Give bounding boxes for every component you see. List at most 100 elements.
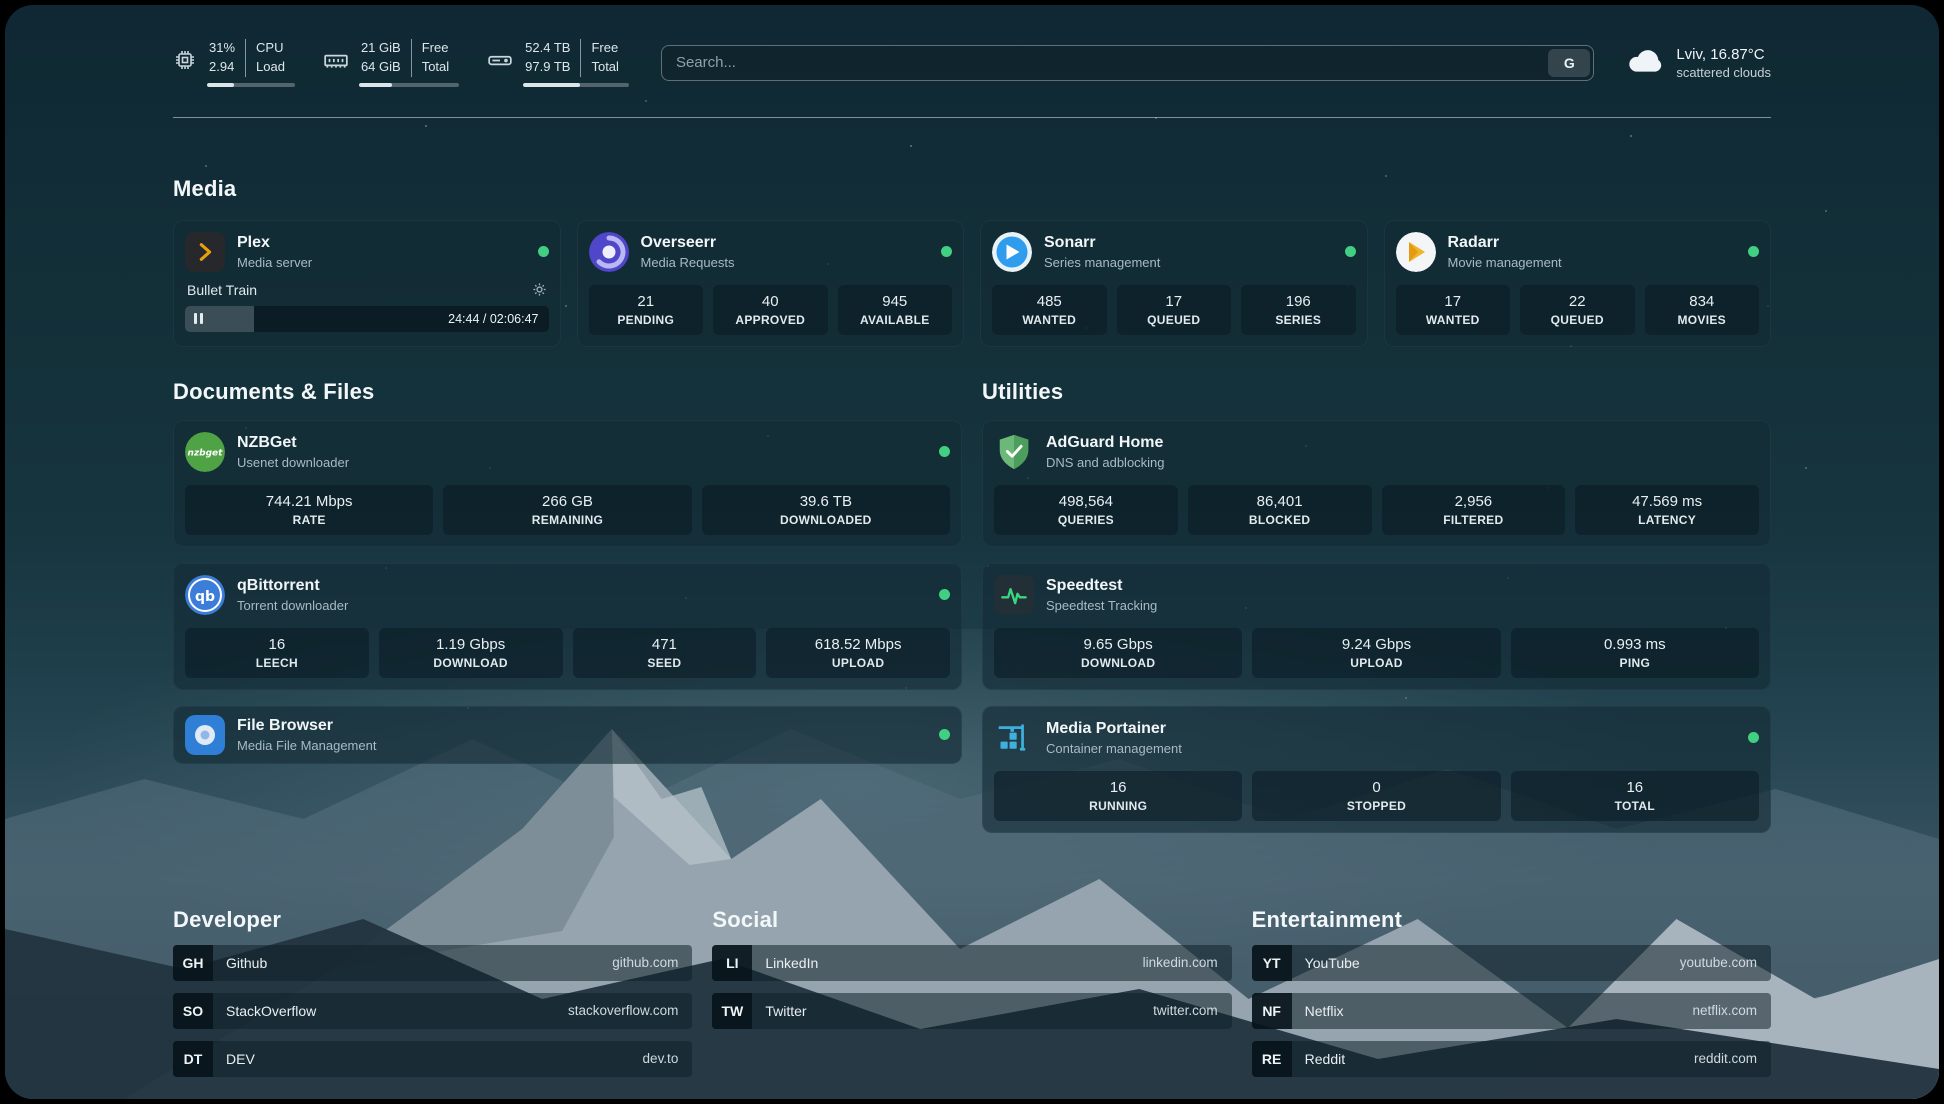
ram-labels: Free Total xyxy=(412,39,459,77)
bookmark-reddit[interactable]: RE Reddit reddit.com xyxy=(1252,1041,1771,1077)
disk-icon xyxy=(487,47,513,78)
stat-wanted: 485 WANTED xyxy=(992,285,1107,335)
status-dot xyxy=(939,446,950,457)
media-cards-row: Plex Media server Bullet Train xyxy=(173,220,1771,347)
bookmark-abbr: YT xyxy=(1252,945,1292,981)
app-card-sonarr[interactable]: Sonarr Series management 485 WANTED 17 Q… xyxy=(980,220,1368,347)
stat-downloaded: 39.6 TB DOWNLOADED xyxy=(702,485,950,535)
app-title: Overseerr xyxy=(641,234,735,252)
app-card-speedtest[interactable]: Speedtest Speedtest Tracking 9.65 Gbps D… xyxy=(982,563,1771,690)
bookmark-name: Twitter xyxy=(765,1003,806,1019)
bookmark-linkedin[interactable]: LI LinkedIn linkedin.com xyxy=(712,945,1231,981)
stat-filtered: 2,956 FILTERED xyxy=(1382,485,1566,535)
system-monitors: 31% 2.94 CPU Load xyxy=(173,39,629,87)
stat-queries: 498,564 QUERIES xyxy=(994,485,1178,535)
app-card-radarr[interactable]: Radarr Movie management 17 WANTED 22 QUE… xyxy=(1384,220,1772,347)
bookmark-abbr: NF xyxy=(1252,993,1292,1029)
disk-progress-bar xyxy=(523,83,629,87)
app-card-plex[interactable]: Plex Media server Bullet Train xyxy=(173,220,561,347)
pause-icon[interactable] xyxy=(194,313,203,324)
app-title: Media Portainer xyxy=(1046,720,1182,738)
dashboard-content: 31% 2.94 CPU Load xyxy=(5,39,1939,1099)
bookmark-url: dev.to xyxy=(643,1051,679,1066)
app-card-portainer[interactable]: Media Portainer Container management 16 … xyxy=(982,706,1771,833)
filebrowser-icon xyxy=(185,715,225,755)
app-subtitle: DNS and adblocking xyxy=(1046,455,1165,470)
stat-queued: 22 QUEUED xyxy=(1520,285,1635,335)
disk-labels: Free Total xyxy=(581,39,628,77)
status-dot xyxy=(1345,246,1356,257)
app-subtitle: Torrent downloader xyxy=(237,598,348,613)
bookmarks-section: Developer GH Github github.com SO StackO… xyxy=(173,907,1771,1077)
app-subtitle: Movie management xyxy=(1448,255,1562,270)
section-heading-documents: Documents & Files xyxy=(173,379,962,405)
stat-upload: 9.24 Gbps UPLOAD xyxy=(1252,628,1500,678)
plex-time: 24:44 / 02:06:47 xyxy=(448,312,538,326)
bookmark-name: YouTube xyxy=(1305,955,1360,971)
bookmark-url: youtube.com xyxy=(1680,955,1757,970)
stat-download: 1.19 Gbps DOWNLOAD xyxy=(379,628,563,678)
app-card-filebrowser[interactable]: File Browser Media File Management xyxy=(173,706,962,764)
stat-queued: 17 QUEUED xyxy=(1117,285,1232,335)
bookmark-url: twitter.com xyxy=(1153,1003,1218,1018)
status-dot xyxy=(941,246,952,257)
stat-upload: 618.52 Mbps UPLOAD xyxy=(766,628,950,678)
stat-seed: 471 SEED xyxy=(573,628,757,678)
app-card-qbittorrent[interactable]: qb qBittorrent Torrent downloader 16 LEE… xyxy=(173,563,962,690)
bookmark-netflix[interactable]: NF Netflix netflix.com xyxy=(1252,993,1771,1029)
section-heading-media: Media xyxy=(173,176,1771,202)
utilities-column: Utilities AdGuard Home DNS and xyxy=(982,379,1771,849)
stat-wanted: 17 WANTED xyxy=(1396,285,1511,335)
bookmark-abbr: DT xyxy=(173,1041,213,1077)
stat-leech: 16 LEECH xyxy=(185,628,369,678)
search-engine-button[interactable]: G xyxy=(1548,49,1590,77)
weather-condition: scattered clouds xyxy=(1676,65,1771,80)
stat-movies: 834 MOVIES xyxy=(1645,285,1760,335)
stat-available: 945 AVAILABLE xyxy=(838,285,953,335)
app-title: File Browser xyxy=(237,717,376,735)
app-card-adguard[interactable]: AdGuard Home DNS and adblocking 498,564 … xyxy=(982,420,1771,547)
app-title: Sonarr xyxy=(1044,234,1160,252)
app-card-overseerr[interactable]: Overseerr Media Requests 21 PENDING 40 A… xyxy=(577,220,965,347)
nzbget-icon: nzbget xyxy=(185,432,225,472)
cpu-labels: CPU Load xyxy=(246,39,295,77)
app-title: Radarr xyxy=(1448,234,1562,252)
bookmark-name: Reddit xyxy=(1305,1051,1345,1067)
bookmark-stackoverflow[interactable]: SO StackOverflow stackoverflow.com xyxy=(173,993,692,1029)
bookmark-youtube[interactable]: YT YouTube youtube.com xyxy=(1252,945,1771,981)
bookmark-twitter[interactable]: TW Twitter twitter.com xyxy=(712,993,1231,1029)
ram-progress-bar xyxy=(359,83,459,87)
weather-widget[interactable]: Lviv, 16.87°C scattered clouds xyxy=(1626,46,1771,80)
background-stars xyxy=(5,5,7,7)
stat-ping: 0.993 ms PING xyxy=(1511,628,1759,678)
app-title: Speedtest xyxy=(1046,577,1157,595)
bookmark-name: LinkedIn xyxy=(765,955,818,971)
search-bar: G xyxy=(661,45,1594,81)
stat-pending: 21 PENDING xyxy=(589,285,704,335)
stat-series: 196 SERIES xyxy=(1241,285,1356,335)
bookmark-url: reddit.com xyxy=(1694,1051,1757,1066)
documents-column: Documents & Files nzbget NZBGet Usenet d… xyxy=(173,379,962,849)
bookmark-abbr: SO xyxy=(173,993,213,1029)
plex-progress-bar[interactable]: 24:44 / 02:06:47 xyxy=(185,306,549,332)
bookmarks-entertainment: Entertainment YT YouTube youtube.com NF … xyxy=(1252,907,1771,1077)
app-subtitle: Speedtest Tracking xyxy=(1046,598,1157,613)
svg-text:qb: qb xyxy=(195,589,215,605)
stat-blocked: 86,401 BLOCKED xyxy=(1188,485,1372,535)
gear-icon[interactable] xyxy=(532,282,547,297)
stat-approved: 40 APPROVED xyxy=(713,285,828,335)
cpu-progress-bar xyxy=(207,83,295,87)
search-input[interactable] xyxy=(662,46,1545,80)
bookmark-name: DEV xyxy=(226,1051,255,1067)
status-dot xyxy=(939,729,950,740)
app-card-nzbget[interactable]: nzbget NZBGet Usenet downloader 744.21 M… xyxy=(173,420,962,547)
adguard-icon xyxy=(994,432,1034,472)
cpu-values: 31% 2.94 xyxy=(207,39,246,77)
stat-latency: 47.569 ms LATENCY xyxy=(1575,485,1759,535)
bookmark-dev[interactable]: DT DEV dev.to xyxy=(173,1041,692,1077)
bookmark-name: Netflix xyxy=(1305,1003,1344,1019)
bookmark-github[interactable]: GH Github github.com xyxy=(173,945,692,981)
section-heading-developer: Developer xyxy=(173,907,692,933)
bookmark-name: StackOverflow xyxy=(226,1003,316,1019)
stat-download: 9.65 Gbps DOWNLOAD xyxy=(994,628,1242,678)
